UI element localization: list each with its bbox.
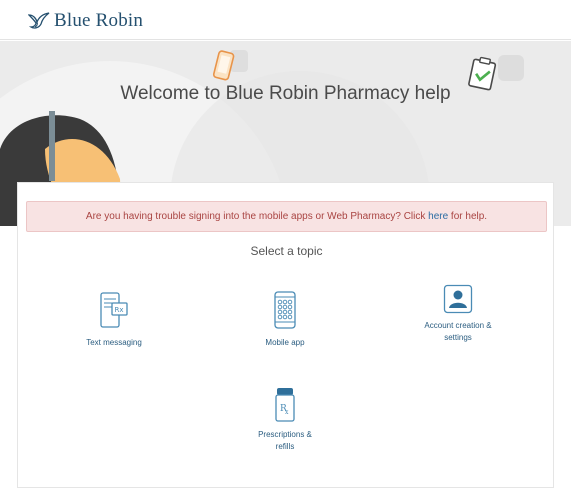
help-topics-card: Are you having trouble signing into the … (17, 182, 554, 488)
account-icon (443, 284, 473, 314)
topic-mobile-app[interactable]: Mobile app (220, 291, 350, 349)
header: Blue Robin (0, 0, 571, 40)
sign-in-alert: Are you having trouble signing into the … (26, 201, 547, 232)
phone-illustration-icon (212, 50, 248, 81)
alert-text: Are you having trouble signing into the … (85, 211, 429, 222)
logo-text: Blue Robin (54, 10, 144, 31)
svg-text:Rx: Rx (115, 306, 124, 314)
alert-text-end: for help. (448, 211, 488, 222)
topic-text-messaging[interactable]: Rx Text messaging (49, 291, 179, 349)
select-topic-heading: Select a topic (250, 244, 323, 258)
topic-prescriptions[interactable]: R x Prescriptions & refills (220, 387, 350, 453)
robin-logo-icon (28, 12, 50, 29)
topic-label: Prescriptions & refills (258, 430, 312, 451)
text-messaging-icon: Rx (100, 292, 128, 328)
mobile-app-icon (274, 291, 296, 329)
prescription-bottle-icon: R x (275, 388, 295, 422)
topic-label: Mobile app (265, 338, 305, 347)
topic-label: Account creation & settings (424, 321, 492, 342)
topic-account-creation[interactable]: Account creation & settings (393, 284, 523, 344)
topic-label: Text messaging (86, 338, 142, 347)
page-title: Welcome to Blue Robin Pharmacy help (120, 83, 451, 104)
alert-help-link[interactable]: here (428, 211, 448, 222)
logo-link[interactable]: Blue Robin (28, 10, 143, 32)
